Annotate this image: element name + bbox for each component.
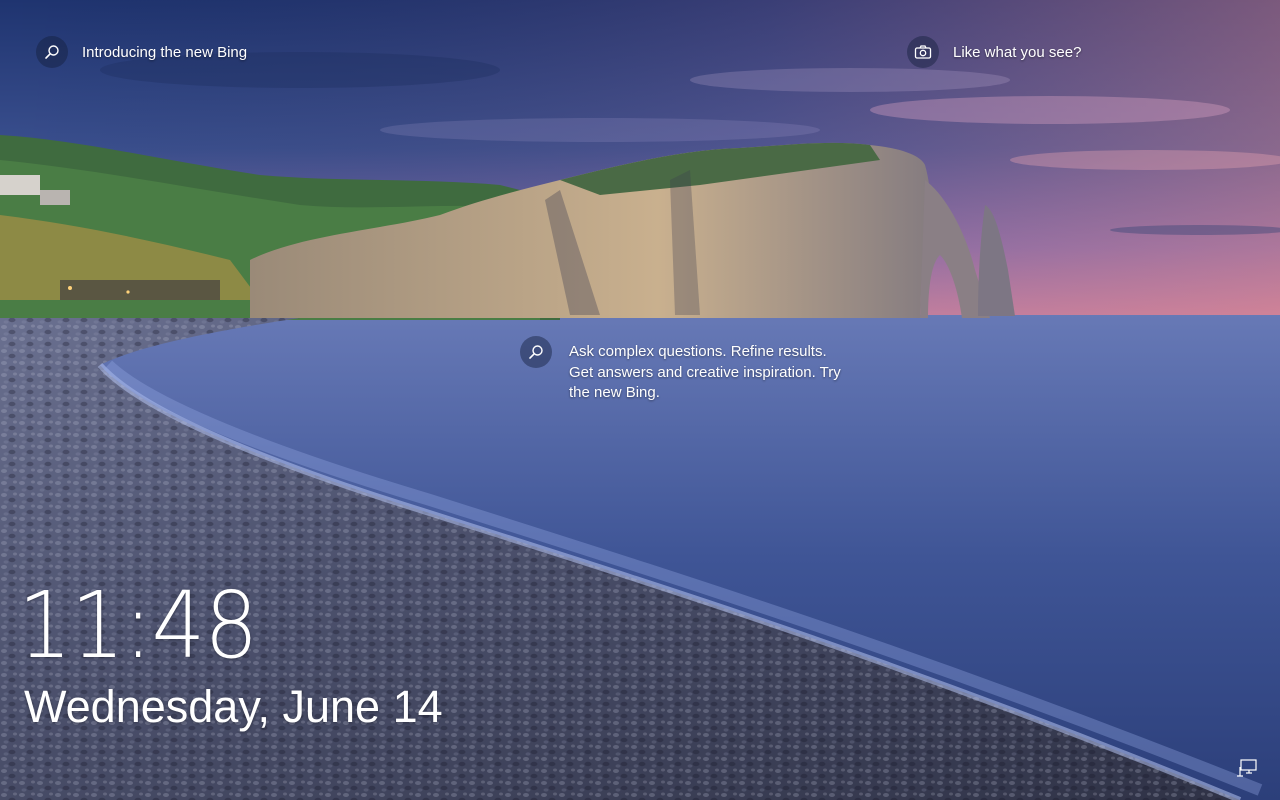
lock-screen[interactable]: Introducing the new Bing Like what you s… bbox=[0, 0, 1280, 800]
camera-icon bbox=[907, 36, 939, 68]
search-icon bbox=[520, 336, 552, 368]
clock-time: 11:48 bbox=[18, 572, 258, 679]
bing-info-hotspot[interactable]: Ask complex questions. Refine results. G… bbox=[520, 336, 849, 404]
clock-date: Wednesday, June 14 bbox=[24, 681, 443, 732]
network-icon[interactable] bbox=[1236, 758, 1258, 778]
spotlight-label: Like what you see? bbox=[953, 43, 1082, 61]
search-icon bbox=[36, 36, 68, 68]
spotlight-feedback-link[interactable]: Like what you see? bbox=[907, 36, 1081, 68]
bing-promo-label: Introducing the new Bing bbox=[82, 43, 248, 61]
bing-promo-link[interactable]: Introducing the new Bing bbox=[36, 36, 247, 68]
bing-info-text: Ask complex questions. Refine results. G… bbox=[569, 343, 841, 401]
